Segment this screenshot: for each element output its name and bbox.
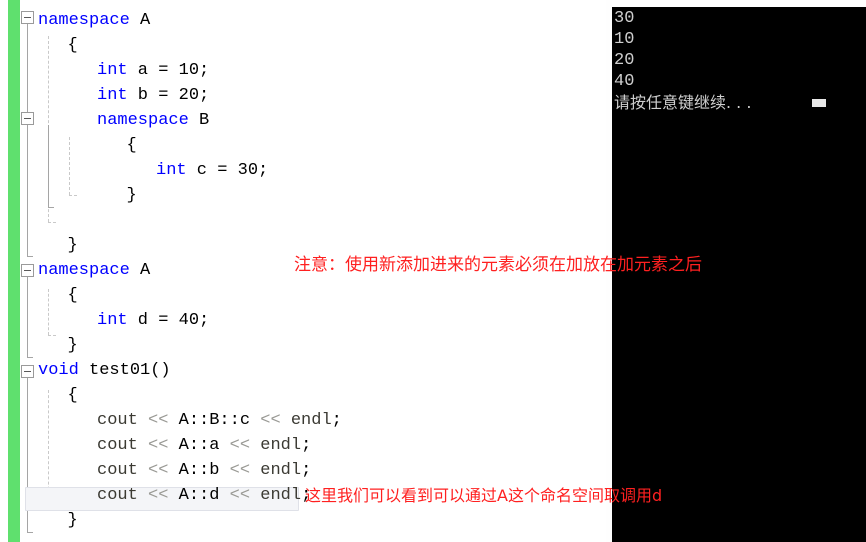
code-token: A::a	[168, 436, 230, 455]
code-line[interactable]: int c = 30;	[156, 158, 268, 183]
code-line[interactable]: {	[127, 133, 137, 158]
code-line[interactable]: int a = 10;	[97, 58, 209, 83]
console-output-line: 20	[614, 51, 635, 70]
code-token: <<	[148, 461, 169, 480]
code-token: d = 40;	[127, 311, 210, 330]
code-token: namespace	[97, 111, 189, 130]
annotation-namespace-order: 注意：使用新添加进来的元素必须在加放在加元素之后	[294, 255, 702, 275]
code-token: void	[38, 361, 79, 380]
code-token: int	[97, 311, 128, 330]
editor-gutter	[0, 0, 8, 542]
code-token: <<	[229, 436, 251, 455]
code-token: A	[129, 261, 151, 280]
console-output-line: 10	[614, 30, 635, 49]
code-line[interactable]: int b = 20;	[97, 83, 209, 108]
console-titlebar-strip	[612, 0, 866, 7]
code-token: endl	[290, 411, 332, 430]
code-token: <<	[148, 411, 169, 430]
code-token: int	[97, 86, 128, 105]
code-token: ;	[331, 411, 342, 430]
code-token: <<	[148, 486, 169, 505]
code-line[interactable]: {	[68, 383, 78, 408]
code-token: }	[67, 336, 78, 355]
console-cursor	[812, 99, 826, 107]
code-token: endl	[260, 486, 302, 505]
code-token: ;	[301, 461, 312, 480]
code-token: cout	[97, 486, 138, 505]
code-token: c = 30;	[186, 161, 269, 180]
code-token: ;	[301, 436, 312, 455]
code-line[interactable]: }	[68, 333, 78, 358]
code-token: <<	[229, 486, 251, 505]
code-token: {	[67, 36, 78, 55]
code-token: <<	[229, 461, 251, 480]
code-line[interactable]: cout << A::b << endl;	[97, 458, 311, 483]
code-token: int	[97, 61, 128, 80]
code-token: {	[67, 286, 78, 305]
annotation-access-d: 这里我们可以看到可以通过A这个命名空间取调用d	[305, 486, 663, 505]
code-token: cout	[97, 411, 138, 430]
code-line-current[interactable]: cout << A::d << endl;	[97, 483, 311, 508]
code-token: }	[126, 186, 137, 205]
code-line[interactable]: cout << A::a << endl;	[97, 433, 311, 458]
ide-screenshot: namespace A{int a = 10; int b = 20; namesp…	[0, 0, 866, 542]
code-token: a = 10;	[127, 61, 210, 80]
code-line[interactable]: namespace B	[97, 108, 209, 133]
console-output-line: 30	[614, 9, 635, 28]
code-line[interactable]: namespace A	[38, 8, 150, 33]
code-token: endl	[260, 436, 302, 455]
code-token: cout	[97, 461, 138, 480]
code-token: {	[126, 136, 137, 155]
code-token: endl	[260, 461, 302, 480]
code-token: A::b	[168, 461, 230, 480]
code-token: namespace	[38, 261, 130, 280]
code-token: }	[67, 511, 78, 530]
code-line[interactable]: {	[68, 283, 78, 308]
code-line[interactable]: int d = 40;	[97, 308, 209, 333]
code-token: test01()	[78, 361, 171, 380]
unsaved-change-indicator-bar	[8, 0, 20, 542]
code-line[interactable]: {	[68, 33, 78, 58]
code-line[interactable]: namespace A	[38, 258, 150, 283]
code-line[interactable]: void test01()	[38, 358, 171, 383]
code-token: }	[67, 236, 78, 255]
code-token: cout	[97, 436, 138, 455]
console-output-line: 40	[614, 72, 635, 91]
console-prompt: 请按任意键继续. . .	[614, 93, 752, 112]
code-token: <<	[148, 436, 169, 455]
code-line[interactable]: }	[127, 183, 137, 208]
code-token: <<	[260, 411, 281, 430]
code-token: b = 20;	[127, 86, 210, 105]
code-token: int	[156, 161, 187, 180]
code-token: namespace	[38, 11, 130, 30]
code-line[interactable]: cout << A::B::c << endl;	[97, 408, 342, 433]
code-token: A::d	[168, 486, 230, 505]
code-line[interactable]: }	[68, 233, 78, 258]
code-token: A	[129, 11, 151, 30]
code-line[interactable]: }	[68, 508, 78, 533]
code-token: {	[67, 386, 78, 405]
code-token: B	[188, 111, 210, 130]
code-token: A::B::c	[168, 411, 261, 430]
